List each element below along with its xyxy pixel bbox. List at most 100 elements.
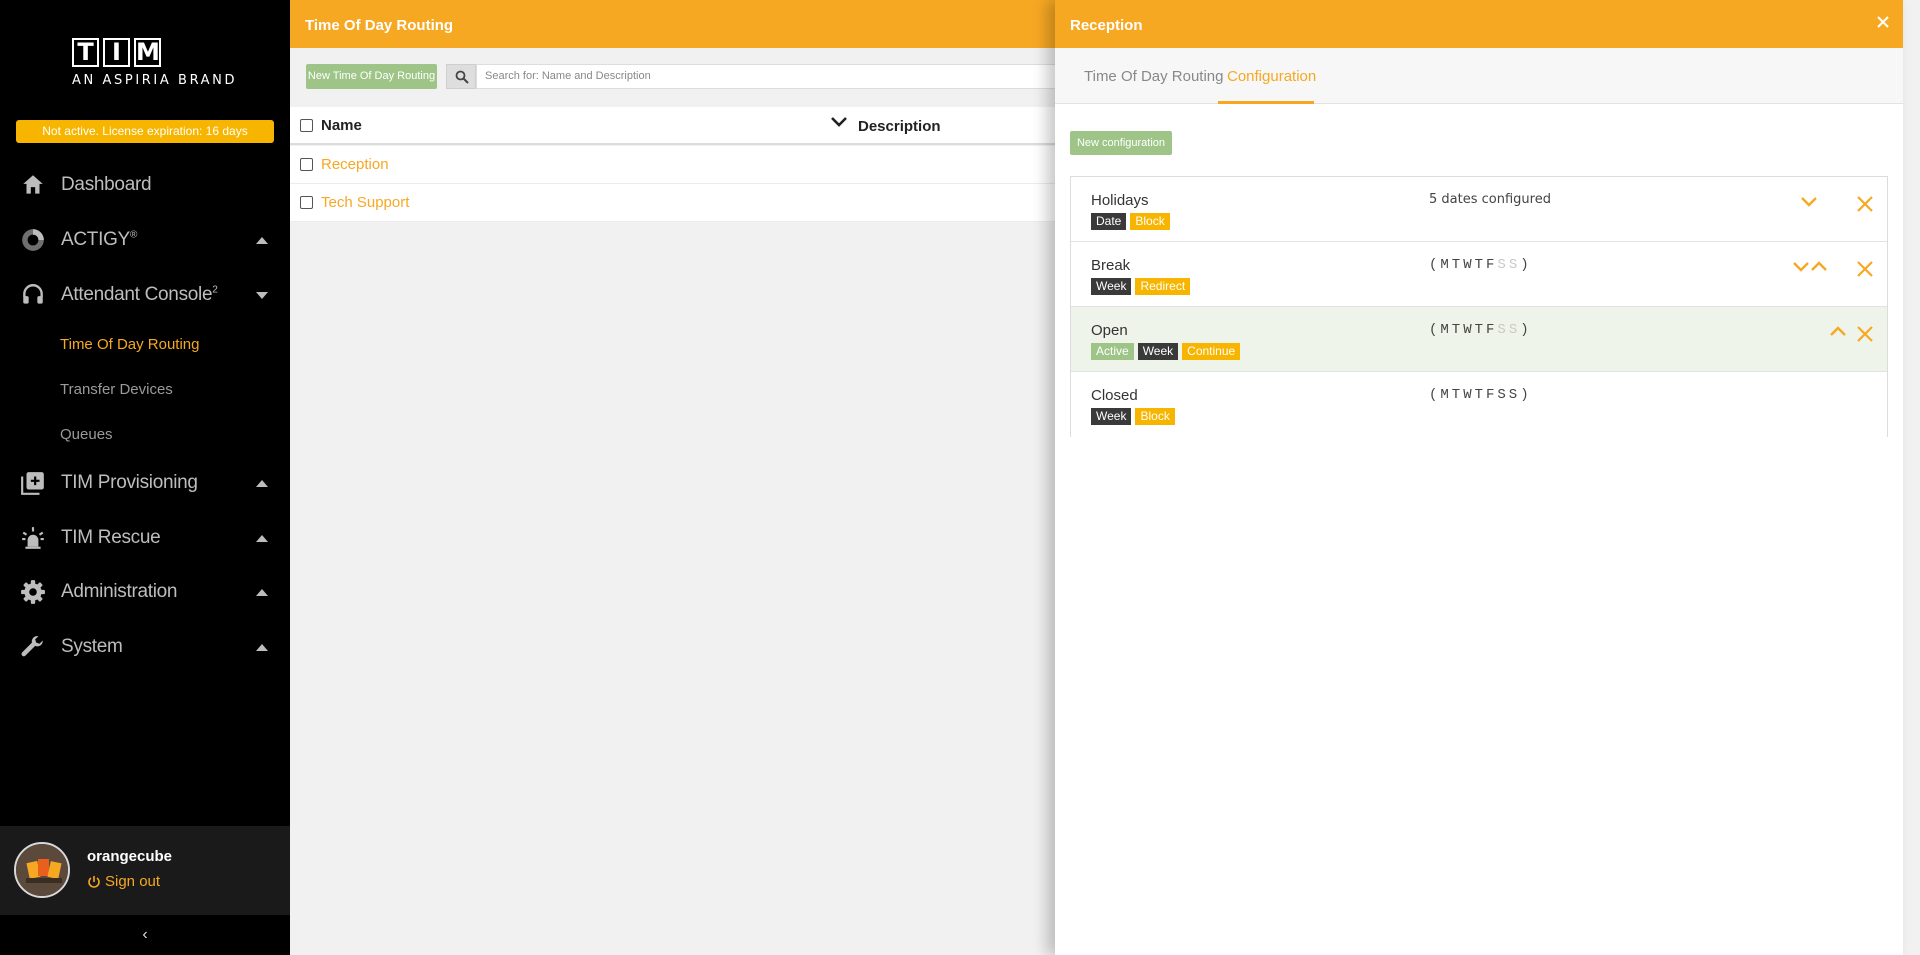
tag-action: Continue	[1182, 343, 1241, 360]
actigy-text: ACTIGY	[61, 229, 130, 250]
caret-up-icon	[256, 534, 268, 542]
caret-up-icon	[256, 588, 268, 596]
nav-sub-time-of-day-routing[interactable]: Time Of Day Routing	[60, 336, 200, 353]
days-active: (MTWTF	[1429, 257, 1498, 273]
tab-time-of-day-routing[interactable]: Time Of Day Routing	[1084, 68, 1224, 85]
column-header-description[interactable]: Description	[858, 118, 941, 135]
logo-letter: M	[134, 38, 161, 67]
nav-tim-rescue[interactable]: TIM Rescue	[0, 518, 290, 558]
configuration-tags: Week Block	[1091, 408, 1175, 425]
brand-logo[interactable]: T I M AN ASPIRIA BRAND	[72, 38, 238, 88]
search-input[interactable]: Search for: Name and Description	[476, 64, 1076, 89]
new-configuration-button[interactable]: New configuration	[1070, 131, 1172, 155]
page-title: Time Of Day Routing	[290, 0, 1055, 48]
configuration-tags: Date Block	[1091, 213, 1170, 230]
days-close: )	[1520, 322, 1532, 338]
tag-status: Active	[1091, 343, 1134, 360]
detail-panel: Reception Time Of Day Routing Configurat…	[1055, 0, 1903, 955]
headset-icon	[23, 284, 43, 304]
nav-sub-transfer-devices[interactable]: Transfer Devices	[60, 381, 173, 398]
nav-actigy-label: ACTIGY®	[61, 229, 137, 251]
wrench-icon	[21, 636, 43, 657]
move-down-chevron-icon[interactable]	[1792, 258, 1810, 276]
caret-up-icon	[256, 479, 268, 487]
configuration-list: Holidays Date Block 5 dates configured B…	[1070, 176, 1888, 437]
delete-x-icon[interactable]	[1856, 195, 1874, 213]
row-name-link[interactable]: Tech Support	[321, 194, 409, 211]
new-time-of-day-routing-button[interactable]: New Time Of Day Routing	[306, 64, 437, 89]
table-row[interactable]: Tech Support	[290, 184, 1055, 222]
actigy-icon	[22, 229, 44, 251]
orangecube-logo-icon	[16, 844, 68, 896]
attendant-sup: 2	[212, 284, 218, 296]
tab-configuration[interactable]: Configuration	[1227, 68, 1316, 85]
move-up-chevron-icon[interactable]	[1829, 323, 1847, 341]
tag-action: Redirect	[1135, 278, 1191, 295]
days-close: )	[1520, 257, 1532, 273]
search-icon	[455, 70, 469, 84]
select-all-checkbox[interactable]	[300, 119, 313, 132]
caret-up-icon	[256, 236, 268, 244]
home-icon	[23, 175, 43, 194]
tag-type: Date	[1091, 213, 1127, 230]
brand-subtitle: AN ASPIRIA BRAND	[72, 73, 238, 88]
sign-out-label: Sign out	[105, 873, 161, 890]
panel-title: Reception	[1055, 0, 1903, 48]
collapse-sidebar-button[interactable]: ‹	[0, 915, 290, 955]
configuration-tags: Week Redirect	[1091, 278, 1191, 295]
close-icon[interactable]	[1873, 12, 1893, 32]
delete-x-icon[interactable]	[1856, 325, 1874, 343]
search-button[interactable]	[446, 64, 476, 89]
days-inactive: SS	[1497, 322, 1521, 338]
main-content: Time Of Day Routing New Time Of Day Rout…	[290, 0, 1076, 955]
configuration-row[interactable]: Break Week Redirect (MTWTFSS)	[1071, 242, 1887, 307]
configuration-row[interactable]: Holidays Date Block 5 dates configured	[1071, 177, 1887, 242]
row-checkbox[interactable]	[300, 196, 313, 209]
move-down-chevron-icon[interactable]	[1800, 193, 1818, 211]
nav-rescue-label: TIM Rescue	[61, 527, 161, 548]
gear-icon	[21, 580, 45, 604]
nav-attendant-label: Attendant Console2	[61, 284, 218, 306]
nav-system-label: System	[61, 636, 123, 657]
nav-dashboard[interactable]: Dashboard	[0, 165, 290, 205]
days-active: (MTWTF	[1429, 322, 1498, 338]
user-name: orangecube	[87, 848, 173, 865]
days-active: (MTWTFSS	[1429, 387, 1521, 403]
caret-down-icon	[256, 291, 268, 299]
actigy-reg-mark: ®	[129, 229, 138, 241]
row-checkbox[interactable]	[300, 158, 313, 171]
row-name-link[interactable]: Reception	[321, 156, 389, 173]
nav-attendant-console[interactable]: Attendant Console2	[0, 275, 290, 315]
table-row[interactable]: Reception	[290, 146, 1055, 184]
configuration-tags: Active Week Continue	[1091, 343, 1241, 360]
nav-system[interactable]: System	[0, 627, 290, 667]
panel-tabs: Time Of Day Routing Configuration	[1055, 48, 1903, 104]
tag-action: Block	[1130, 213, 1170, 230]
delete-x-icon[interactable]	[1856, 260, 1874, 278]
avatar[interactable]	[14, 842, 70, 898]
days-close: )	[1520, 387, 1532, 403]
nav-tim-provisioning[interactable]: TIM Provisioning	[0, 463, 290, 503]
nav-provisioning-label: TIM Provisioning	[61, 472, 198, 493]
configuration-row-active[interactable]: Open Active Week Continue (MTWTFSS)	[1071, 307, 1887, 372]
chevron-left-icon: ‹	[142, 926, 148, 943]
logo-letter: I	[103, 38, 130, 67]
list-header: Name Description	[290, 107, 1055, 145]
license-banner: Not active. License expiration: 16 days	[16, 120, 274, 143]
column-header-name[interactable]: Name	[321, 117, 362, 134]
nav-actigy[interactable]: ACTIGY®	[0, 220, 290, 260]
configuration-name: Closed	[1091, 387, 1138, 404]
nav-administration[interactable]: Administration	[0, 572, 290, 612]
sidebar: T I M AN ASPIRIA BRAND Not active. Licen…	[0, 0, 290, 955]
nav-sub-queues[interactable]: Queues	[60, 426, 113, 443]
alarm-light-icon	[22, 527, 44, 549]
configuration-summary: 5 dates configured	[1429, 192, 1551, 207]
move-up-chevron-icon[interactable]	[1810, 258, 1828, 276]
caret-up-icon	[256, 643, 268, 651]
tag-type: Week	[1091, 408, 1132, 425]
sort-chevron-down-icon[interactable]	[830, 115, 848, 129]
sign-out-link[interactable]: Sign out	[87, 873, 160, 890]
configuration-row[interactable]: Closed Week Block (MTWTFSS)	[1071, 372, 1887, 437]
configuration-name: Holidays	[1091, 192, 1149, 209]
tag-type: Week	[1137, 343, 1179, 360]
